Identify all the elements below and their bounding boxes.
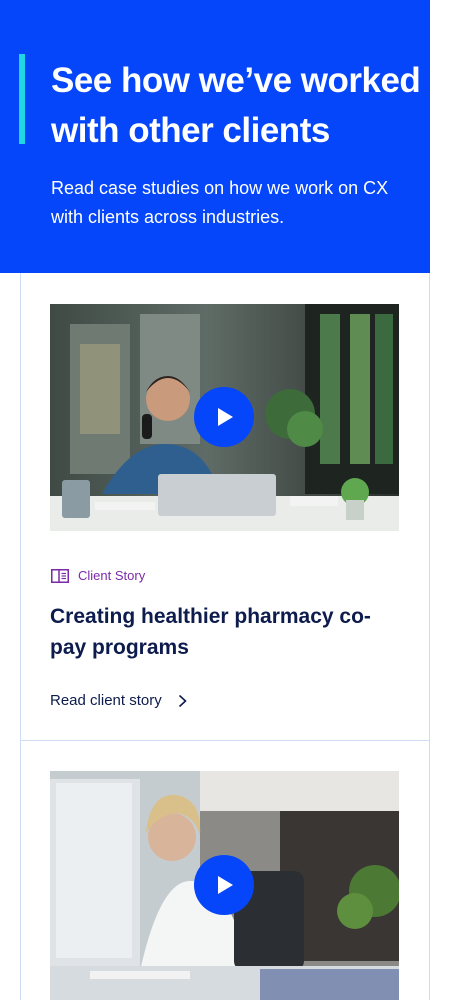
hero-accent-bar (19, 54, 25, 144)
card-divider (20, 740, 430, 741)
card-border-right (429, 273, 430, 1000)
book-icon (51, 568, 69, 583)
hero-subtitle: Read case studies on how we work on CX w… (51, 178, 389, 227)
read-client-story-label: Read client story (50, 692, 162, 709)
play-video-button[interactable] (194, 387, 254, 447)
read-client-story-link[interactable]: Read client story (50, 692, 187, 709)
content-type-tag: Client Story (51, 568, 145, 583)
hero-banner: See how we’ve worked with other clients … (0, 0, 430, 273)
chevron-right-icon (178, 694, 187, 707)
content-type-label: Client Story (78, 568, 146, 583)
hero-title: See how we’ve worked with other clients (51, 61, 421, 150)
play-video-button-2[interactable] (194, 855, 254, 915)
case-study-title[interactable]: Creating healthier pharmacy co-pay progr… (50, 601, 380, 663)
card-border-left (20, 273, 21, 1000)
